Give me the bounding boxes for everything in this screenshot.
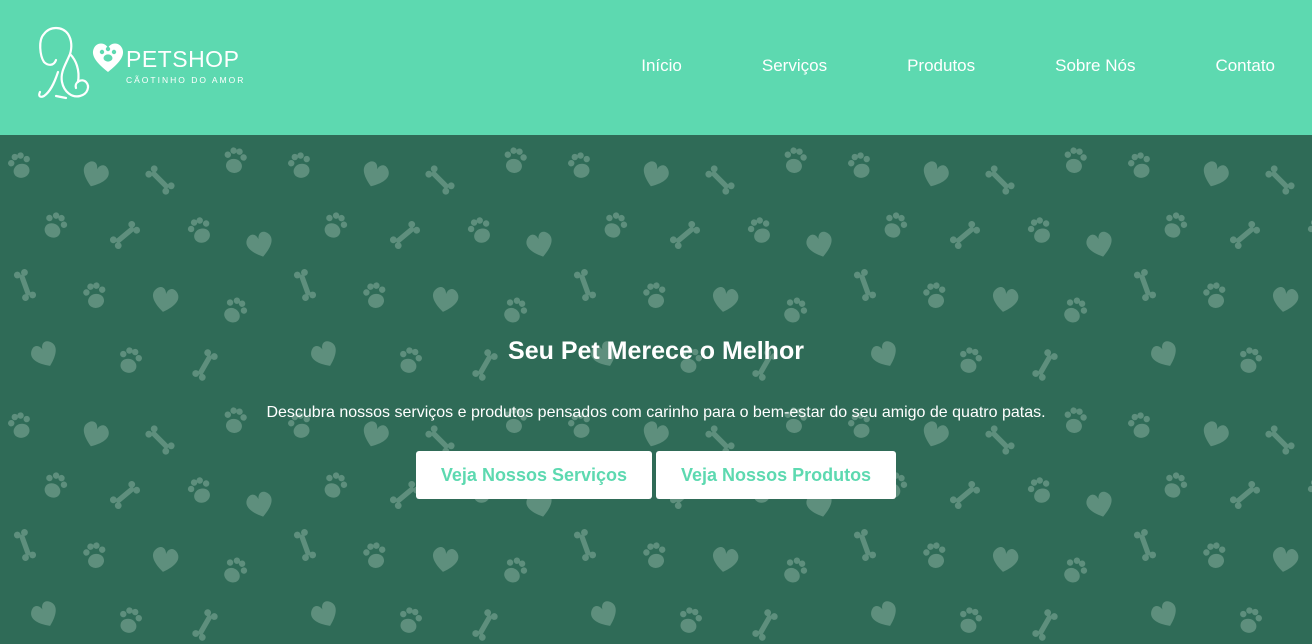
hero-buttons: Veja Nossos Serviços Veja Nossos Produto… [0, 451, 1312, 499]
nav-item-contato[interactable]: Contato [1215, 56, 1275, 76]
brand-logo[interactable]: PETSHOP CÃOTINHO DO AMOR [36, 26, 243, 104]
site-header: PETSHOP CÃOTINHO DO AMOR Início Serviços… [0, 0, 1312, 135]
nav-item-produtos[interactable]: Produtos [907, 56, 975, 76]
services-button[interactable]: Veja Nossos Serviços [415, 451, 653, 499]
hero-section: Seu Pet Merece o Melhor Descubra nossos … [0, 135, 1312, 644]
brand-name: PETSHOP [126, 46, 240, 72]
nav-item-sobre-nos[interactable]: Sobre Nós [1055, 56, 1135, 76]
nav-item-servicos[interactable]: Serviços [762, 56, 827, 76]
hero-subtitle: Descubra nossos serviços e produtos pens… [266, 404, 1046, 421]
brand-tagline: CÃOTINHO DO AMOR [126, 75, 246, 85]
main-nav: Início Serviços Produtos Sobre Nós Conta… [641, 56, 1275, 76]
nav-item-inicio[interactable]: Início [641, 56, 682, 76]
hero-content: Seu Pet Merece o Melhor Descubra nossos … [0, 135, 1312, 644]
hero-title: Seu Pet Merece o Melhor [508, 337, 804, 365]
products-button[interactable]: Veja Nossos Produtos [656, 451, 897, 499]
dog-heart-paw-logo-icon [38, 26, 124, 100]
